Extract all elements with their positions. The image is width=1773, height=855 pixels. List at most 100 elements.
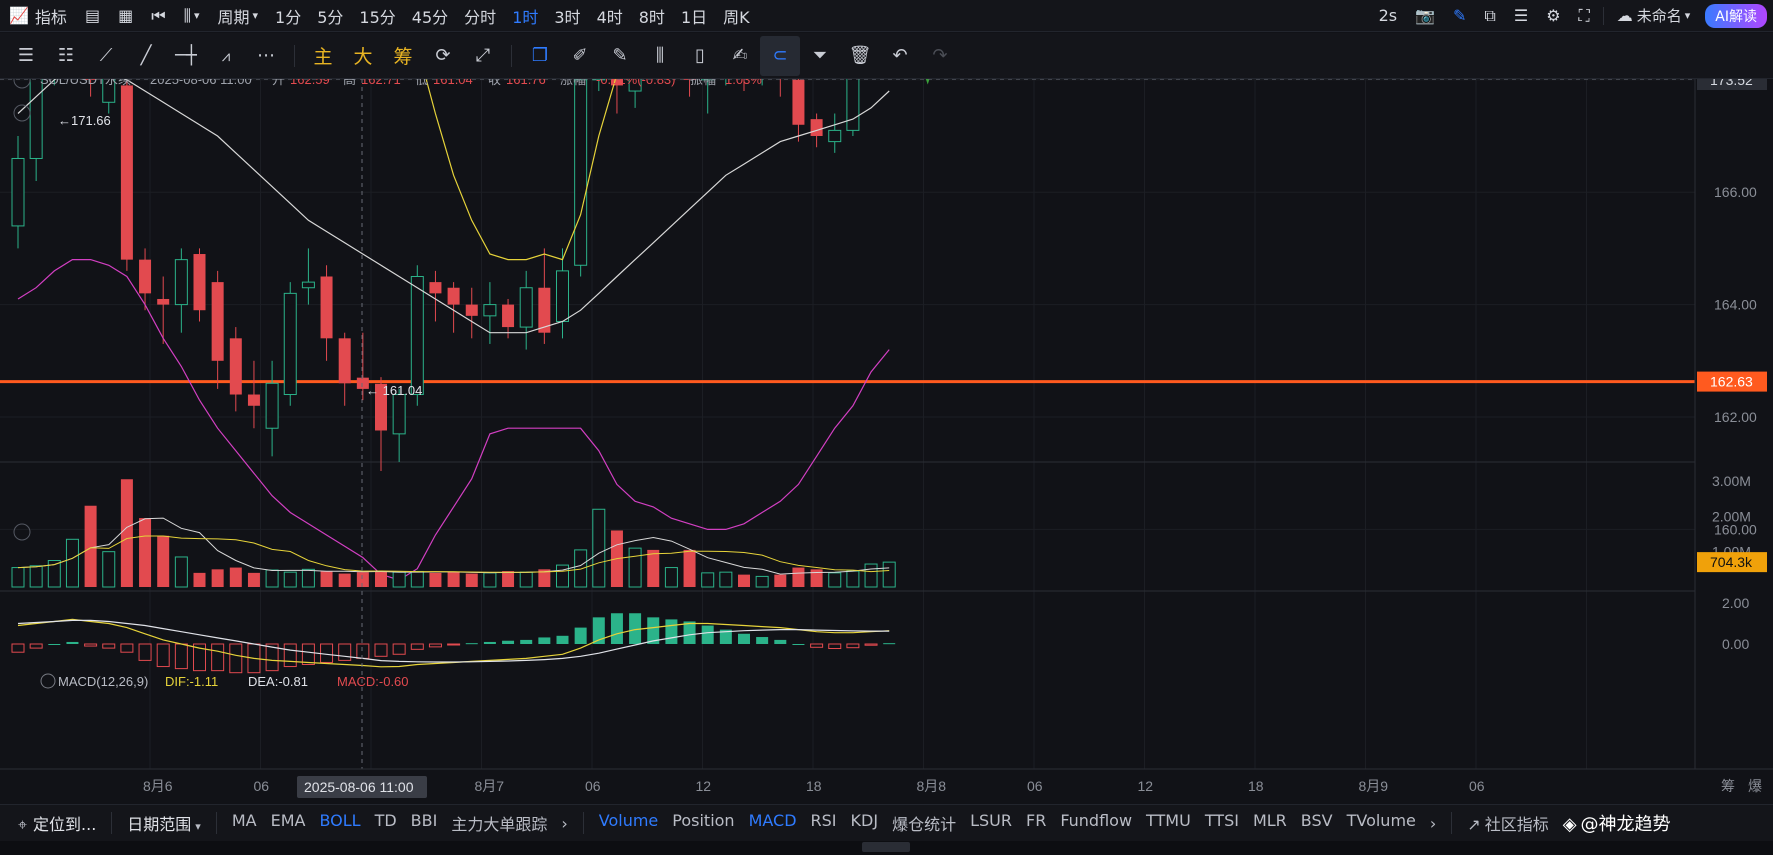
overlay-1[interactable]: EMA	[264, 811, 313, 835]
timeframe-7[interactable]: 4时	[589, 0, 631, 32]
subchart-8[interactable]: Fundflow	[1053, 811, 1139, 835]
volume-bar-22	[410, 570, 424, 588]
magnet-icon: ⊂	[772, 45, 788, 66]
chart-scroll-strip[interactable]	[0, 841, 1773, 855]
replay-button[interactable]: ⏮	[142, 0, 174, 32]
wave-tool[interactable]: ⩘	[206, 36, 246, 76]
subchart-2[interactable]: MACD	[742, 811, 804, 835]
chip-distribution-toggle[interactable]: 筹	[383, 36, 423, 76]
horizontal-lines-tool[interactable]: ☷	[46, 36, 86, 76]
trend-line-tool[interactable]: ⟋	[86, 36, 126, 76]
layout-button[interactable]: ▦	[109, 0, 142, 32]
volume-bar-37	[683, 549, 696, 587]
draw-button[interactable]: ✎	[1444, 0, 1475, 32]
macd-hist-7	[138, 643, 152, 661]
timeframe-1[interactable]: 5分	[309, 0, 351, 32]
menu-tool[interactable]: ☰	[6, 36, 46, 76]
main-force-toggle[interactable]: 主	[303, 36, 343, 76]
subchart-9[interactable]: TTMU	[1139, 811, 1198, 835]
timeframe-8[interactable]: 8时	[631, 0, 673, 32]
filter-tool[interactable]: ⏷	[800, 36, 840, 76]
timeframe-4[interactable]: 分时	[456, 0, 504, 32]
macd-hist-48	[883, 643, 896, 645]
candle-body-1	[29, 79, 43, 159]
compare-tool[interactable]: ⫼	[640, 36, 680, 76]
overlay-2[interactable]: BOLL	[312, 811, 367, 835]
macd-hist-15	[283, 643, 297, 668]
copy-tool[interactable]: ❐	[520, 36, 560, 76]
price-tick-3: 164.00	[1714, 297, 1757, 313]
locate-button[interactable]: ⌖ 定位到...	[0, 811, 103, 835]
ray-tool[interactable]: ╱	[126, 36, 166, 76]
list-button[interactable]: ☰	[1505, 0, 1537, 32]
overlay-0[interactable]: MA	[225, 811, 264, 835]
legend-open: 162.59	[290, 79, 330, 87]
macd-hist-36	[665, 619, 678, 644]
time-label-4: 06	[585, 778, 601, 794]
overlay-more-icon[interactable]: ›	[554, 814, 574, 833]
macd-hist-33	[610, 613, 623, 644]
timeframe-3[interactable]: 45分	[404, 0, 456, 32]
timeframe-6[interactable]: 3时	[546, 0, 588, 32]
chart-type-button[interactable]: ⫼ ▾	[175, 0, 209, 32]
delete-tool[interactable]: 🗑	[840, 36, 880, 76]
undo-button[interactable]: ↶	[880, 36, 920, 76]
subchart-13[interactable]: TVolume	[1340, 811, 1423, 835]
timeframe-5[interactable]: 1时	[504, 0, 546, 32]
camera-button[interactable]: 📷	[1406, 0, 1444, 32]
subchart-7[interactable]: FR	[1019, 811, 1053, 835]
scroll-handle[interactable]	[862, 842, 910, 852]
overlay-3[interactable]: TD	[368, 811, 404, 835]
horizontal-line-tool[interactable]: ─┼	[166, 36, 206, 76]
period-dropdown[interactable]: 周期 ▾	[209, 0, 268, 32]
overlay-5[interactable]: 主力大单跟踪	[444, 811, 554, 835]
settings-button[interactable]: ⚙	[1537, 0, 1569, 32]
pen-tool[interactable]: ✎	[600, 36, 640, 76]
candle-body-17	[320, 276, 333, 339]
measure-tool[interactable]: ⤢	[463, 36, 503, 76]
chart-area[interactable]: SOL/USDT永续 2025-08-06 11:00 开 162.59 高 1…	[0, 79, 1773, 804]
subchart-12[interactable]: BSV	[1294, 811, 1340, 835]
date-range-dropdown[interactable]: 日期范围 ▾	[120, 811, 208, 835]
order-tool[interactable]: ▯	[680, 36, 720, 76]
subchart-10[interactable]: TTSI	[1198, 811, 1246, 835]
brush-tool[interactable]: ✐	[560, 36, 600, 76]
legend-change-label: 涨幅	[560, 79, 586, 87]
fullscreen-button[interactable]: ⛶	[1570, 0, 1599, 32]
note-tool[interactable]: ✍	[720, 36, 760, 76]
ai-read-button[interactable]: AI解读	[1699, 0, 1773, 32]
window-button[interactable]: ⧉	[1475, 0, 1504, 32]
subchart-0[interactable]: Volume	[592, 811, 666, 835]
timeframe-9[interactable]: 1日	[673, 0, 715, 32]
community-indicators[interactable]: ↗ 社区指标	[1460, 811, 1555, 835]
timeframe-2[interactable]: 15分	[351, 0, 403, 32]
sync-tool[interactable]: ⟳	[423, 36, 463, 76]
macd-hist-12	[229, 643, 243, 674]
layout-name-dropdown[interactable]: ☁ 未命名 ▾	[1608, 0, 1700, 32]
volume-bar-14	[265, 569, 279, 588]
big-order-toggle[interactable]: 大	[343, 36, 383, 76]
volume-bar-41	[755, 575, 769, 588]
macd-hist-30	[556, 635, 569, 644]
subchart-1[interactable]: Position	[665, 811, 741, 835]
more-tools[interactable]: ⋯	[246, 36, 286, 76]
subchart-4[interactable]: KDJ	[844, 811, 886, 835]
volume-tick-1: 2.00M	[1712, 508, 1751, 524]
subchart-more-icon[interactable]: ›	[1423, 814, 1443, 833]
refresh-interval[interactable]: 2s	[1370, 0, 1407, 32]
indicators-button[interactable]: 📈 指标	[0, 0, 76, 32]
subchart-5[interactable]: 爆仓统计	[885, 811, 963, 835]
macd-hist-24	[447, 643, 461, 646]
subchart-11[interactable]: MLR	[1246, 811, 1294, 835]
redo-button[interactable]: ↷	[920, 36, 960, 76]
calendar-button[interactable]: ▤	[76, 0, 109, 32]
subchart-3[interactable]: RSI	[804, 811, 844, 835]
timeframe-0[interactable]: 1分	[267, 0, 309, 32]
volume-bar-17	[320, 571, 333, 587]
subchart-6[interactable]: LSUR	[963, 811, 1019, 835]
magnet-tool[interactable]: ⊂	[760, 35, 800, 76]
locate-icon: ⌖	[18, 815, 28, 834]
legend-high: 162.71	[361, 79, 401, 87]
overlay-4[interactable]: BBI	[404, 811, 445, 835]
timeframe-10[interactable]: 周K	[715, 0, 758, 32]
